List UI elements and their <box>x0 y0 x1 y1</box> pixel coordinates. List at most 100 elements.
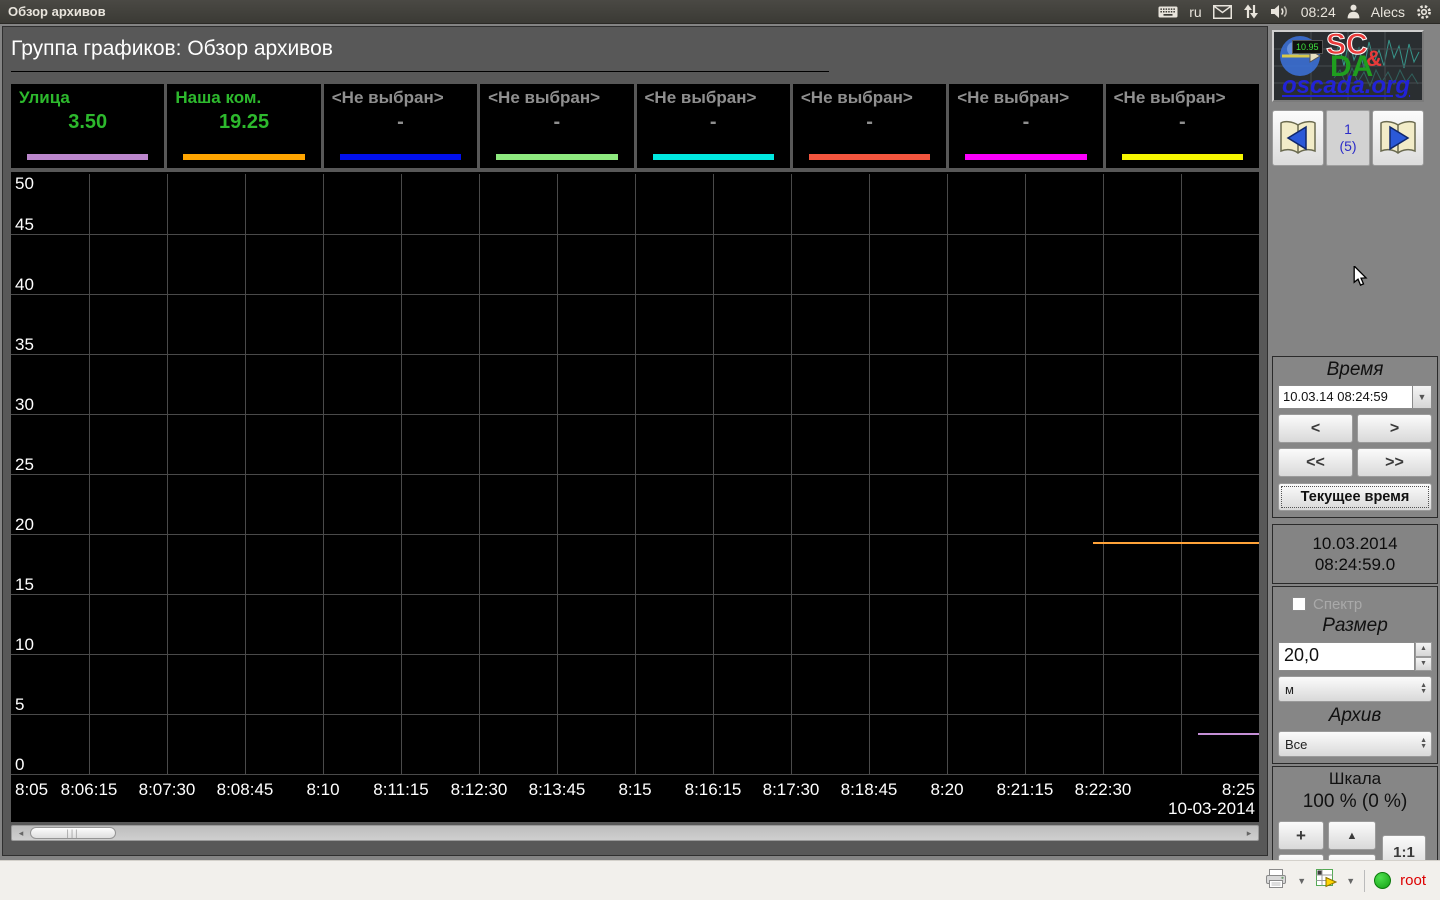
archive-title: Архив <box>1328 705 1382 726</box>
spectrum-label: Спектр <box>1313 595 1363 613</box>
x-axis-tick-label: 8:12:30 <box>450 780 508 799</box>
export-icon[interactable] <box>1315 868 1338 893</box>
time-step-back-button[interactable]: < <box>1278 414 1353 443</box>
size-spin-down-icon[interactable]: ▼ <box>1415 656 1432 671</box>
time-groupbox: Время 10.03.14 08:24:59 ▼ < > << >> Теку… <box>1272 356 1438 518</box>
page-number: 1 <box>1344 121 1352 137</box>
archive-combobox[interactable]: Все ▲ ▼ <box>1278 731 1432 757</box>
prev-page-button[interactable] <box>1272 110 1324 166</box>
chart-group-panel: Группа графиков: Обзор архивов Улица 3.50… <box>2 26 1268 856</box>
size-unit-value: м <box>1285 681 1294 697</box>
x-axis-tick-label: 8:25 <box>1221 780 1255 799</box>
logo-lcd-value: 10.95 <box>1292 40 1323 54</box>
gridline-vertical <box>89 174 90 774</box>
time-page-back-button[interactable]: << <box>1278 448 1353 477</box>
user-icon[interactable] <box>1347 4 1360 19</box>
legend-item[interactable]: <Не выбран> - <box>323 84 478 168</box>
sync-arrows-icon[interactable] <box>1243 4 1259 19</box>
gridline-vertical <box>323 174 324 774</box>
datetime-combobox-value[interactable]: 10.03.14 08:24:59 <box>1278 385 1412 409</box>
spectrum-checkbox-row[interactable]: Спектр <box>1292 593 1432 615</box>
legend-item[interactable]: <Не выбран> - <box>636 84 790 168</box>
legend-item[interactable]: Улица 3.50 <box>11 84 165 168</box>
window-title: Обзор архивов <box>8 4 106 19</box>
x-axis-tick-label: 8:21:15 <box>996 780 1054 799</box>
datetime-combobox[interactable]: 10.03.14 08:24:59 ▼ <box>1278 385 1432 409</box>
legend-color-bar <box>27 154 149 160</box>
y-axis-tick-label: 10 <box>15 635 34 654</box>
gridline-vertical <box>479 174 480 774</box>
gridline-horizontal <box>11 774 1259 775</box>
scrollbar-thumb[interactable]: ||| <box>30 827 116 839</box>
scale-title: Шкала <box>1328 769 1382 788</box>
series-line-Улица <box>1198 733 1259 736</box>
time-page-forward-button[interactable]: >> <box>1357 448 1432 477</box>
size-spinbox[interactable]: 20,0 ▲ ▼ <box>1278 642 1432 671</box>
x-axis-tick-label: 8:07:30 <box>138 780 196 799</box>
page-indicator: 1 (5) <box>1326 110 1370 166</box>
statusbar-separator <box>1364 869 1366 892</box>
gridline-vertical <box>1181 174 1182 774</box>
mail-icon[interactable] <box>1212 4 1232 19</box>
keyboard-layout-icon[interactable] <box>1158 5 1178 19</box>
page-title: Группа графиков: Обзор архивов <box>11 37 333 60</box>
export-dropdown-icon[interactable]: ▼ <box>1346 876 1355 886</box>
current-user-label: root <box>1400 872 1426 889</box>
legend-item-name: <Не выбран> <box>331 88 444 107</box>
clock-label[interactable]: 08:24 <box>1301 4 1336 20</box>
legend-item-value: - <box>553 111 561 133</box>
x-axis-tick-label: 8:17:30 <box>762 780 820 799</box>
size-spin-up-icon[interactable]: ▲ <box>1415 642 1432 657</box>
legend-color-bar <box>339 154 462 160</box>
status-bar: ▼ ▼ root <box>0 860 1440 900</box>
scrollbar-left-arrow-icon[interactable]: ◂ <box>14 826 28 840</box>
next-page-button[interactable] <box>1372 110 1424 166</box>
zoom-in-button[interactable]: + <box>1278 821 1324 850</box>
gridline-vertical <box>713 174 714 774</box>
legend-item[interactable]: <Не выбран> - <box>480 84 634 168</box>
x-axis-tick-label: 8:16:15 <box>684 780 742 799</box>
desktop-top-bar: Обзор архивов ru 08:24 Alecs <box>0 0 1440 24</box>
system-tray: ru 08:24 Alecs <box>1158 4 1432 20</box>
series-line-Наша ком. <box>1093 542 1259 544</box>
legend-item-value: - <box>1022 111 1030 133</box>
gridline-vertical <box>635 174 636 774</box>
legend-item[interactable]: Наша ком. 19.25 <box>167 84 321 168</box>
spectrum-checkbox[interactable] <box>1292 597 1306 611</box>
size-spinbox-value[interactable]: 20,0 <box>1278 642 1415 671</box>
y-axis-tick-label: 5 <box>15 695 25 714</box>
chart-area[interactable]: 50 45 40 35 30 25 20 15 10 5 0 8:05 8:06:15 8:07:30 8:… <box>11 172 1259 822</box>
print-icon[interactable] <box>1264 868 1288 894</box>
user-menu-label[interactable]: Alecs <box>1371 4 1405 20</box>
size-unit-combobox[interactable]: м ▲ ▼ <box>1278 676 1432 702</box>
datetime-dropdown-icon[interactable]: ▼ <box>1412 385 1432 409</box>
gridline-vertical <box>869 174 870 774</box>
session-gear-icon[interactable] <box>1416 4 1432 20</box>
gridline-vertical <box>1103 174 1104 774</box>
legend-item[interactable]: <Не выбран> - <box>1105 84 1259 168</box>
current-time-button[interactable]: Текущее время <box>1278 483 1432 511</box>
y-axis-tick-label: 20 <box>15 515 34 534</box>
legend-item[interactable]: <Не выбран> - <box>792 84 947 168</box>
x-axis-date-label: 10-03-2014 <box>1168 799 1255 818</box>
gridline-vertical <box>791 174 792 774</box>
legend-item-value: - <box>1178 111 1186 133</box>
volume-icon[interactable] <box>1270 4 1290 19</box>
legend-item[interactable]: <Не выбран> - <box>949 84 1103 168</box>
scrollbar-right-arrow-icon[interactable]: ▸ <box>1242 826 1256 840</box>
legend-item-name: <Не выбран> <box>488 88 601 107</box>
time-step-forward-button[interactable]: > <box>1357 414 1432 443</box>
legend-color-bar <box>808 154 931 160</box>
shift-up-button[interactable]: ▲ <box>1328 821 1376 850</box>
control-sidebar: 10.95 SC & DA oscada.org 1 (5) Время 10.… <box>1272 26 1438 894</box>
print-dropdown-icon[interactable]: ▼ <box>1297 876 1306 886</box>
book-back-icon <box>1280 120 1316 154</box>
keyboard-layout-label[interactable]: ru <box>1189 4 1201 20</box>
current-date-value: 10.03.2014 <box>1312 534 1398 553</box>
oscada-logo[interactable]: 10.95 SC & DA oscada.org <box>1272 30 1424 102</box>
legend-item-value: - <box>709 111 717 133</box>
y-axis-tick-label: 15 <box>15 575 34 594</box>
size-title: Размер <box>1322 615 1388 636</box>
legend-item-name: Наша ком. <box>175 88 262 107</box>
chart-horizontal-scrollbar[interactable]: ◂ ||| ▸ <box>11 825 1259 841</box>
